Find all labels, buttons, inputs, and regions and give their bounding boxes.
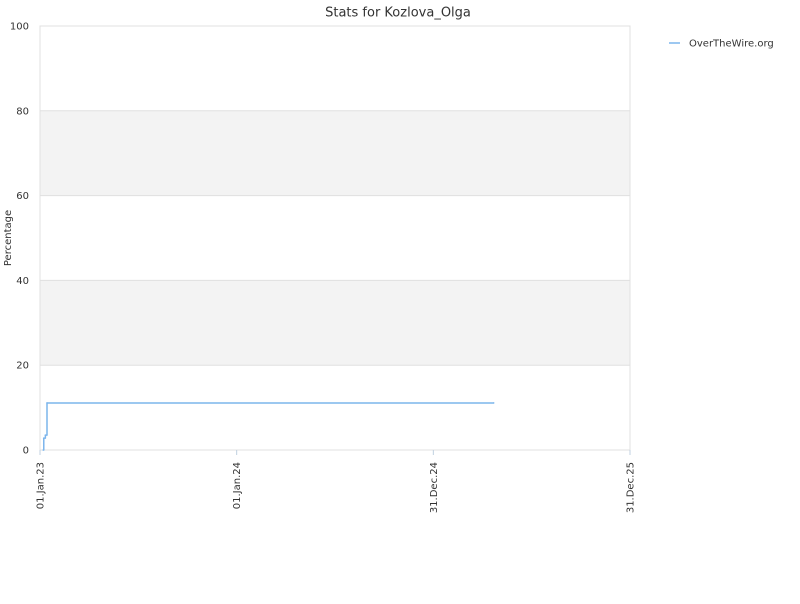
plot-band	[40, 195, 630, 281]
x-tick-label: 31.Dec.25	[626, 462, 637, 513]
y-tick-label: 80	[16, 106, 29, 117]
data-point	[42, 437, 45, 439]
x-tick-label: 01.Jan.24	[232, 462, 243, 509]
data-point	[44, 434, 47, 436]
chart-title: Stats for Kozlova_Olga	[325, 6, 471, 21]
y-axis-title: Percentage	[3, 210, 14, 266]
y-tick-label: 60	[16, 191, 29, 202]
plot-band	[40, 26, 630, 111]
y-tick-label: 100	[10, 22, 29, 33]
plot-bands	[40, 26, 630, 450]
chart: 0 20 40 60 80 100 01.Jan.23 01.Jan.24 31.Dec.24…	[0, 0, 800, 600]
plot-band	[40, 280, 630, 366]
x-tick-label: 31.Dec.24	[429, 462, 440, 513]
data-point	[492, 402, 495, 404]
y-tick-label: 40	[16, 276, 29, 287]
data-point	[42, 449, 45, 451]
legend-label: OverTheWire.org	[689, 39, 774, 50]
line-chart: 0 20 40 60 80 100 01.Jan.23 01.Jan.24 31.Dec.24…	[0, 0, 800, 600]
y-tick-label: 20	[16, 361, 29, 372]
plot-band	[40, 110, 630, 196]
y-tick-label: 0	[23, 446, 29, 457]
data-point	[46, 402, 48, 404]
x-tick-label: 01.Jan.23	[36, 462, 47, 509]
plot-band	[40, 365, 630, 450]
